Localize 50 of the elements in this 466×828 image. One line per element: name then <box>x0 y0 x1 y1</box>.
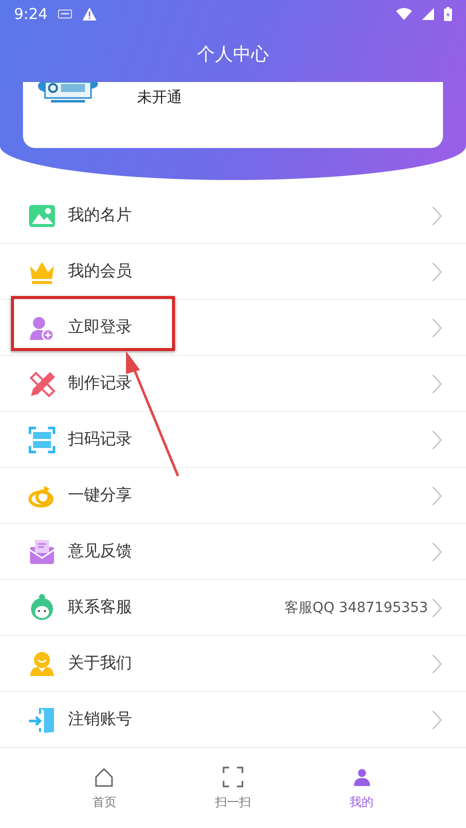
home-icon <box>93 766 116 788</box>
chevron-right-icon <box>432 710 442 730</box>
menu-item[interactable]: 制作记录 <box>0 356 466 412</box>
signal-icon <box>422 8 434 20</box>
wifi-icon <box>396 8 412 20</box>
menu-item[interactable]: 意见反馈 <box>0 524 466 580</box>
warning-icon <box>82 7 97 21</box>
chevron-right-icon <box>432 262 442 282</box>
membership-status: 未开通 <box>137 88 182 107</box>
page-title: 个人中心 <box>197 43 269 67</box>
menu-label: 关于我们 <box>68 653 132 674</box>
chevron-right-icon <box>432 654 442 674</box>
menu-label: 联系客服 <box>68 597 132 618</box>
battery-icon <box>444 7 452 21</box>
chevron-right-icon <box>432 542 442 562</box>
menu-label: 立即登录 <box>68 317 132 338</box>
chevron-right-icon <box>432 598 442 618</box>
menu-label: 注销账号 <box>68 709 132 730</box>
scan-frame-icon <box>222 766 244 788</box>
menu-item[interactable]: 我的会员 <box>0 244 466 300</box>
chevron-right-icon <box>432 486 442 506</box>
scan-frame-icon <box>28 426 56 454</box>
status-time: 9:24 <box>14 5 48 23</box>
menu-label: 一键分享 <box>68 485 132 506</box>
smiling-figure-icon <box>28 650 56 678</box>
menu-label: 我的名片 <box>68 205 132 226</box>
menu-item[interactable]: 扫码记录 <box>0 412 466 468</box>
menu-item[interactable]: 注销账号 <box>0 692 466 748</box>
chevron-right-icon <box>432 374 442 394</box>
menu-label: 我的会员 <box>68 261 132 282</box>
nav-tab[interactable]: 扫一扫 <box>192 748 273 828</box>
nav-tab[interactable]: 我的 <box>322 748 402 828</box>
menu-item[interactable]: 我的名片 <box>0 188 466 244</box>
menu-label: 意见反馈 <box>68 541 132 562</box>
envelope-icon <box>28 538 56 566</box>
chevron-right-icon <box>432 206 442 226</box>
menu-label: 扫码记录 <box>68 429 132 450</box>
menu-item[interactable]: 关于我们 <box>0 636 466 692</box>
menu-item[interactable]: 立即登录 <box>0 300 466 356</box>
chevron-right-icon <box>432 318 442 338</box>
menu-item[interactable]: 联系客服 客服QQ 3487195353 <box>0 580 466 636</box>
nav-tab[interactable]: 首页 <box>64 748 144 828</box>
menu-item[interactable]: 一键分享 <box>0 468 466 524</box>
keyboard-icon <box>58 9 72 19</box>
pencil-ruler-icon <box>28 370 56 398</box>
chevron-right-icon <box>432 430 442 450</box>
menu-detail: 客服QQ 3487195353 <box>284 598 428 616</box>
menu-label: 制作记录 <box>68 373 132 394</box>
headset-person-icon <box>28 594 56 622</box>
exit-door-icon <box>28 706 56 734</box>
